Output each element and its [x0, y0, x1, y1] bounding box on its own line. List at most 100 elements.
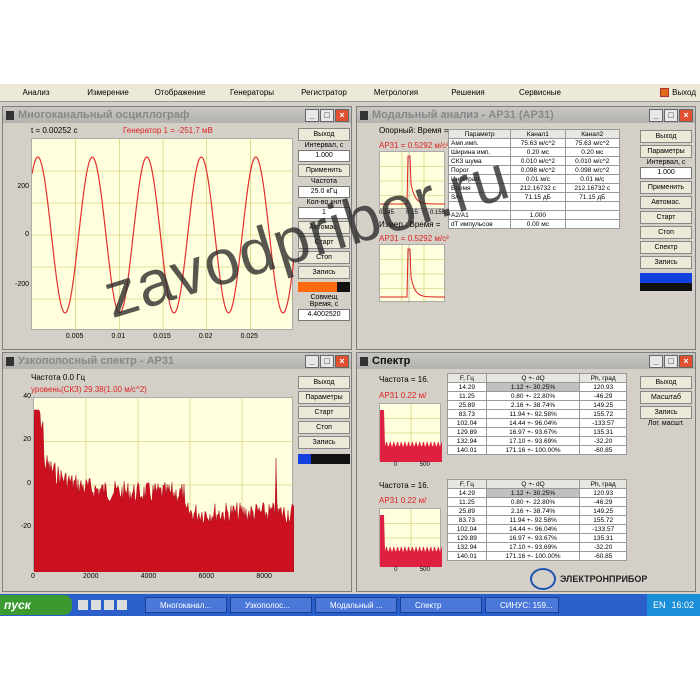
table-row[interactable]: 14.29 1.12 +- 30.25% 120.93: [447, 382, 627, 392]
quicklaunch-icon[interactable]: [104, 600, 114, 610]
quicklaunch-icon[interactable]: [78, 600, 88, 610]
modal-apply-button[interactable]: Применить: [640, 181, 692, 194]
start-button[interactable]: пуск: [0, 595, 72, 615]
table-row[interactable]: 25.89 2.16 +- 38.74% 149.25: [447, 506, 627, 516]
modal-start-button[interactable]: Старт: [640, 211, 692, 224]
osc-exit-button[interactable]: Выход: [298, 128, 350, 141]
spectrum-scale-button[interactable]: Масштаб: [640, 391, 692, 404]
close-icon[interactable]: ×: [679, 108, 693, 122]
maximize-icon[interactable]: □: [320, 108, 334, 122]
narrowband-exit-button[interactable]: Выход: [298, 376, 350, 389]
table-row[interactable]: 129.89 16.97 +- 93.67% 135.31: [447, 533, 627, 543]
narrowband-stop-button[interactable]: Стоп: [298, 421, 350, 434]
table-row[interactable]: 102.04 14.44 +- 96.04% -133.57: [447, 524, 627, 534]
task-modal[interactable]: Модальный ...: [315, 597, 397, 613]
osc-time-input[interactable]: 4.4002520: [298, 309, 350, 321]
column-header: Ph, град: [579, 373, 627, 383]
x-tick-label: 2000: [82, 573, 99, 580]
task-narrowband[interactable]: Узкополос...: [230, 597, 312, 613]
table-cell: 17.10 +- 93.69%: [485, 542, 581, 552]
spectrum-exit-button[interactable]: Выход: [640, 376, 692, 389]
spectrum-record-button[interactable]: Запись: [640, 406, 692, 419]
menu-metrology[interactable]: Метрология: [360, 88, 432, 97]
modal-auto-button[interactable]: Автомас.: [640, 196, 692, 209]
modal-titlebar[interactable]: Модальный анализ - AP31 (AP31) _ □ ×: [357, 107, 695, 123]
table-row[interactable]: 14.29 1.12 +- 30.25% 120.93: [447, 488, 627, 498]
table-cell: 83.73: [447, 515, 487, 525]
table-row[interactable]: 102.04 14.44 +- 96.04% -133.57: [447, 418, 627, 428]
table-row[interactable]: 25.89 2.16 +- 38.74% 149.25: [447, 400, 627, 410]
maximize-icon[interactable]: □: [664, 354, 678, 368]
modal-spectrum-button[interactable]: Спектр: [640, 241, 692, 254]
table-row[interactable]: 11.25 0.80 +- 22.80% -46.29: [447, 391, 627, 401]
menu-recorder[interactable]: Регистратор: [288, 88, 360, 97]
table-row[interactable]: 83.73 11.94 +- 92.58% 155.72: [447, 515, 627, 525]
minimize-icon[interactable]: _: [649, 108, 663, 122]
quicklaunch-icon[interactable]: [91, 600, 101, 610]
table-row[interactable]: 140.01 171.16 +- 100.00% -60.85: [447, 445, 627, 455]
table-row[interactable]: 140.01 171.16 +- 100.00% -60.85: [447, 551, 627, 561]
table-row[interactable]: 83.73 11.94 +- 92.58% 155.72: [447, 409, 627, 419]
minimize-icon[interactable]: _: [305, 108, 319, 122]
narrowband-titlebar[interactable]: Узкополосный спектр - AP31 _ □ ×: [3, 353, 351, 369]
table-row[interactable]: 132.94 17.10 +- 93.69% -32.20: [447, 436, 627, 446]
table-row[interactable]: 132.94 17.10 +- 93.69% -32.20: [447, 542, 627, 552]
maximize-icon[interactable]: □: [664, 108, 678, 122]
close-icon[interactable]: ×: [679, 354, 693, 368]
spectrum-mini-plot-2[interactable]: [379, 508, 442, 567]
close-icon[interactable]: ×: [335, 354, 349, 368]
menu-analysis[interactable]: Анализ: [0, 88, 72, 97]
x-tick-label: 0.01: [111, 333, 126, 340]
osc-combine-checkbox[interactable]: Совмещ: [296, 294, 352, 301]
x-tick-label: 8000: [256, 573, 272, 580]
quicklaunch-icon[interactable]: [117, 600, 127, 610]
menu-service[interactable]: Сервисные: [504, 88, 576, 97]
table-cell: 155.72: [579, 409, 627, 419]
column-header: Канал1: [510, 129, 566, 139]
table-cell: 16.97 +- 93.67%: [485, 533, 581, 543]
menu-display[interactable]: Отображение: [144, 88, 216, 97]
osc-apply-button[interactable]: Применить: [298, 164, 350, 177]
narrowband-params-button[interactable]: Параметры: [298, 391, 350, 404]
y-tick-label: 40: [23, 393, 31, 400]
minimize-icon[interactable]: _: [305, 354, 319, 368]
task-sinus[interactable]: СИНУС: 159...: [485, 597, 559, 613]
menu-exit[interactable]: Выход: [660, 88, 696, 97]
modal-record-button[interactable]: Запись: [640, 256, 692, 269]
modal-interval-input[interactable]: 1.000: [640, 167, 692, 179]
minimize-icon[interactable]: _: [649, 354, 663, 368]
narrowband-record-button[interactable]: Запись: [298, 436, 350, 449]
modal-params-button[interactable]: Параметры: [640, 145, 692, 158]
oscilloscope-titlebar[interactable]: Многоканальный осциллограф _ □ ×: [3, 107, 351, 123]
close-icon[interactable]: ×: [335, 108, 349, 122]
y-tick-label: 200: [17, 183, 29, 190]
y-tick-label: 0: [27, 480, 31, 487]
narrowband-start-button[interactable]: Старт: [298, 406, 350, 419]
x-tick-label: 0.015: [153, 333, 171, 340]
task-oscilloscope[interactable]: Многоканал...: [145, 597, 227, 613]
maximize-icon[interactable]: □: [320, 354, 334, 368]
modal-exit-button[interactable]: Выход: [640, 130, 692, 143]
column-header: Q +- dQ: [485, 373, 581, 383]
modal-stop-button[interactable]: Стоп: [640, 226, 692, 239]
menu-generators[interactable]: Генераторы: [216, 88, 288, 97]
spectrum-mini-plot-1[interactable]: [379, 403, 442, 462]
table-cell: 102.04: [447, 418, 487, 428]
narrowband-title: Узкополосный спектр - AP31: [18, 355, 175, 367]
osc-interval-input[interactable]: 1.000: [298, 150, 350, 162]
table-cell: 0.20 мс: [510, 147, 566, 157]
modal-meas-plot[interactable]: [379, 244, 446, 303]
narrowband-plot[interactable]: [33, 397, 295, 573]
task-spectrum[interactable]: Спектр: [400, 597, 482, 613]
table-cell: [564, 201, 621, 211]
table-header-row: F, Гц Q +- dQ Ph, град: [447, 479, 627, 489]
table-cell: -133.57: [579, 524, 627, 534]
menu-solutions[interactable]: Решения: [432, 88, 504, 97]
menu-measure[interactable]: Измерение: [72, 88, 144, 97]
table-row[interactable]: 11.25 0.80 +- 22.80% -46.29: [447, 497, 627, 507]
spectrum-log-checkbox[interactable]: Лог. масшт.: [638, 420, 694, 427]
spectrum-titlebar[interactable]: Спектр _ □ ×: [357, 353, 695, 369]
column-header: Параметр: [447, 129, 512, 139]
language-indicator[interactable]: EN: [653, 600, 666, 610]
table-row[interactable]: 129.89 16.97 +- 93.67% 135.31: [447, 427, 627, 437]
